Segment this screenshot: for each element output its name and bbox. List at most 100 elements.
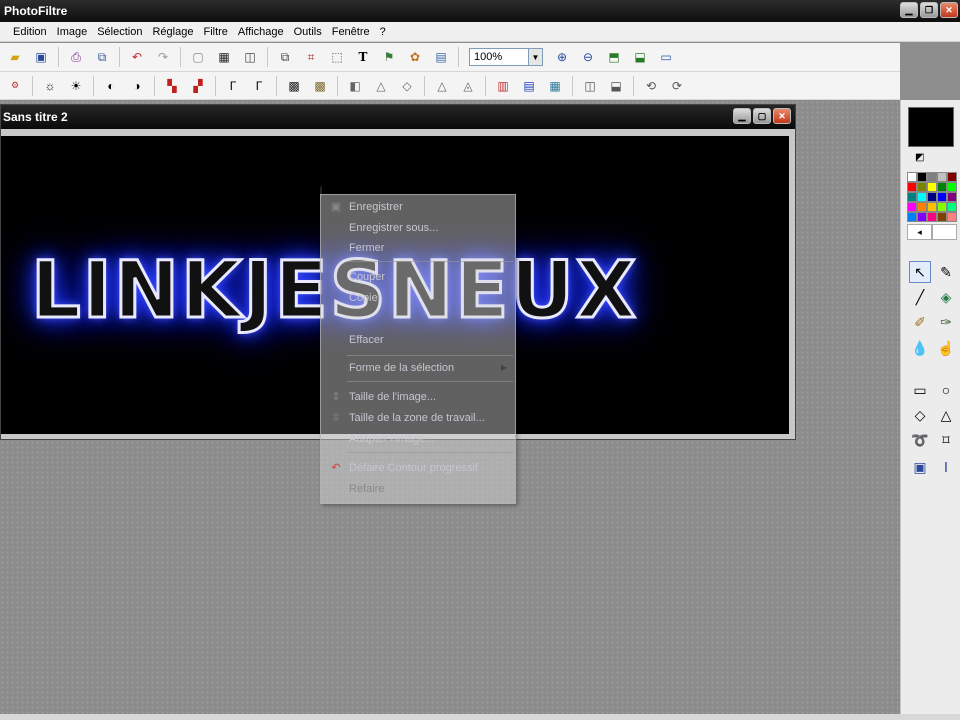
- flip-v-icon[interactable]: ⬓: [607, 77, 625, 95]
- palette-swatch[interactable]: [927, 212, 937, 222]
- print-icon[interactable]: ⎙: [67, 48, 85, 66]
- menu-selection[interactable]: Sélection: [97, 26, 142, 38]
- menu-item-adapter-image[interactable]: Adapter l'image...: [321, 429, 515, 449]
- auto-level-icon[interactable]: ⚙: [6, 77, 24, 95]
- palette-next-button[interactable]: [932, 224, 957, 240]
- palette-swatch[interactable]: [947, 212, 957, 222]
- palette-swatch[interactable]: [917, 182, 927, 192]
- save-icon[interactable]: ▣: [32, 48, 50, 66]
- filter-b-icon[interactable]: ▩: [311, 77, 329, 95]
- palette-swatch[interactable]: [917, 172, 927, 182]
- rotate-left-icon[interactable]: ⟲: [642, 77, 660, 95]
- copy-doc-icon[interactable]: ⧉: [276, 48, 294, 66]
- menu-fenetre[interactable]: Fenêtre: [332, 26, 370, 38]
- emboss-icon[interactable]: △: [433, 77, 451, 95]
- menu-edition[interactable]: Edition: [13, 26, 47, 38]
- palette-swatch[interactable]: [937, 192, 947, 202]
- sky-icon[interactable]: ▤: [520, 77, 538, 95]
- palette-swatch[interactable]: [937, 212, 947, 222]
- selection-arrow-icon[interactable]: ↖: [909, 261, 931, 283]
- palette-swatch[interactable]: [947, 182, 957, 192]
- palette-swatch[interactable]: [937, 202, 947, 212]
- palette-swatch[interactable]: [917, 192, 927, 202]
- menu-reglage[interactable]: Réglage: [152, 26, 193, 38]
- selection-icon[interactable]: ⬚: [328, 48, 346, 66]
- palette-swatch[interactable]: [927, 192, 937, 202]
- text-icon[interactable]: T: [354, 48, 372, 66]
- film-icon[interactable]: ▦: [215, 48, 233, 66]
- menu-item-refaire[interactable]: Refaire: [321, 479, 515, 499]
- fit-icon[interactable]: ⬒: [605, 48, 623, 66]
- zoom-select[interactable]: 100% ▼: [469, 48, 543, 66]
- menu-item-forme-selection[interactable]: Forme de la sélection ▶: [321, 358, 515, 378]
- close-button[interactable]: ✕: [940, 2, 958, 18]
- palette-swatch[interactable]: [937, 182, 947, 192]
- doc-maximize-button[interactable]: ▢: [753, 108, 771, 124]
- layers-icon[interactable]: ⚑: [380, 48, 398, 66]
- fullscreen-icon[interactable]: ⬓: [631, 48, 649, 66]
- palette-swatch[interactable]: [937, 172, 947, 182]
- menu-item-defaire[interactable]: ↶ Défaire Contour progressif: [321, 458, 515, 478]
- palette-swatch[interactable]: [917, 202, 927, 212]
- filter-a-icon[interactable]: ▩: [285, 77, 303, 95]
- palette-swatch[interactable]: [947, 202, 957, 212]
- eyedropper-icon[interactable]: ✎: [935, 261, 957, 283]
- palette-swatch[interactable]: [947, 192, 957, 202]
- crop-icon[interactable]: ⌗: [302, 48, 320, 66]
- plugin-icon[interactable]: ✿: [406, 48, 424, 66]
- palette-swatch[interactable]: [907, 202, 917, 212]
- restore-button[interactable]: ❐: [920, 2, 938, 18]
- menu-item-enregistrer-sous[interactable]: Enregistrer sous...: [321, 218, 515, 238]
- menu-item-effacer[interactable]: Effacer: [321, 330, 515, 350]
- paste-icon[interactable]: ▢: [189, 48, 207, 66]
- fill-bucket-icon[interactable]: ◈: [935, 286, 957, 308]
- brightness-minus-icon[interactable]: ☀: [67, 77, 85, 95]
- line-icon[interactable]: ╱: [909, 286, 931, 308]
- saturation-plus-icon[interactable]: ▚: [163, 77, 181, 95]
- rotate-right-icon[interactable]: ⟳: [668, 77, 686, 95]
- gradient-icon[interactable]: ▥: [494, 77, 512, 95]
- menu-affichage[interactable]: Affichage: [238, 26, 284, 38]
- zoom-value[interactable]: 100%: [469, 48, 529, 66]
- menu-item-couper[interactable]: Couper: [321, 267, 515, 287]
- smudge-icon[interactable]: ☝: [935, 337, 957, 359]
- menu-outils[interactable]: Outils: [294, 26, 322, 38]
- menu-image[interactable]: Image: [57, 26, 88, 38]
- zoom-out-icon[interactable]: ⊖: [579, 48, 597, 66]
- contrast-minus-icon[interactable]: ◑: [128, 77, 146, 95]
- polygon-lasso-icon[interactable]: ⌑: [935, 429, 957, 451]
- foreground-color[interactable]: [908, 107, 954, 147]
- palette-swatch[interactable]: [907, 182, 917, 192]
- palette-swatch[interactable]: [927, 172, 937, 182]
- drop-icon[interactable]: ◬: [459, 77, 477, 95]
- doc-close-button[interactable]: ✕: [773, 108, 791, 124]
- rectangle-icon[interactable]: ▭: [909, 379, 931, 401]
- brightness-plus-icon[interactable]: ☼: [41, 77, 59, 95]
- horizontal-select-icon[interactable]: ▣: [909, 456, 931, 478]
- undo-icon[interactable]: ↶: [128, 48, 146, 66]
- chevron-down-icon[interactable]: ▼: [529, 48, 543, 66]
- palette-swatch[interactable]: [907, 192, 917, 202]
- redo-icon[interactable]: ↷: [154, 48, 172, 66]
- zoom-in-icon[interactable]: ⊕: [553, 48, 571, 66]
- relief-icon[interactable]: ◇: [398, 77, 416, 95]
- palette-swatch[interactable]: [907, 212, 917, 222]
- brush-icon[interactable]: ✐: [909, 311, 931, 333]
- gamma-minus-icon[interactable]: Γ: [250, 77, 268, 95]
- palette-swatch[interactable]: [927, 182, 937, 192]
- palette-prev-button[interactable]: ◂: [907, 224, 932, 240]
- menu-item-fermer[interactable]: Fermer: [321, 238, 515, 258]
- menu-item-enregistrer[interactable]: ▣ Enregistrer: [321, 197, 515, 217]
- palette-swatch[interactable]: [947, 172, 957, 182]
- scanner-icon[interactable]: ⧉: [93, 48, 111, 66]
- blur-drop-icon[interactable]: 💧: [909, 337, 931, 359]
- contrast-plus-icon[interactable]: ◐: [102, 77, 120, 95]
- transform-icon[interactable]: ◫: [241, 48, 259, 66]
- menu-item-taille-image[interactable]: ⇕ Taille de l'image...: [321, 387, 515, 407]
- palette-swatch[interactable]: [927, 202, 937, 212]
- noise-icon[interactable]: ▦: [546, 77, 564, 95]
- diamond-icon[interactable]: ◇: [909, 404, 931, 426]
- ellipse-icon[interactable]: ○: [935, 379, 957, 401]
- flip-h-icon[interactable]: ◫: [581, 77, 599, 95]
- blur-icon[interactable]: ◧: [346, 77, 364, 95]
